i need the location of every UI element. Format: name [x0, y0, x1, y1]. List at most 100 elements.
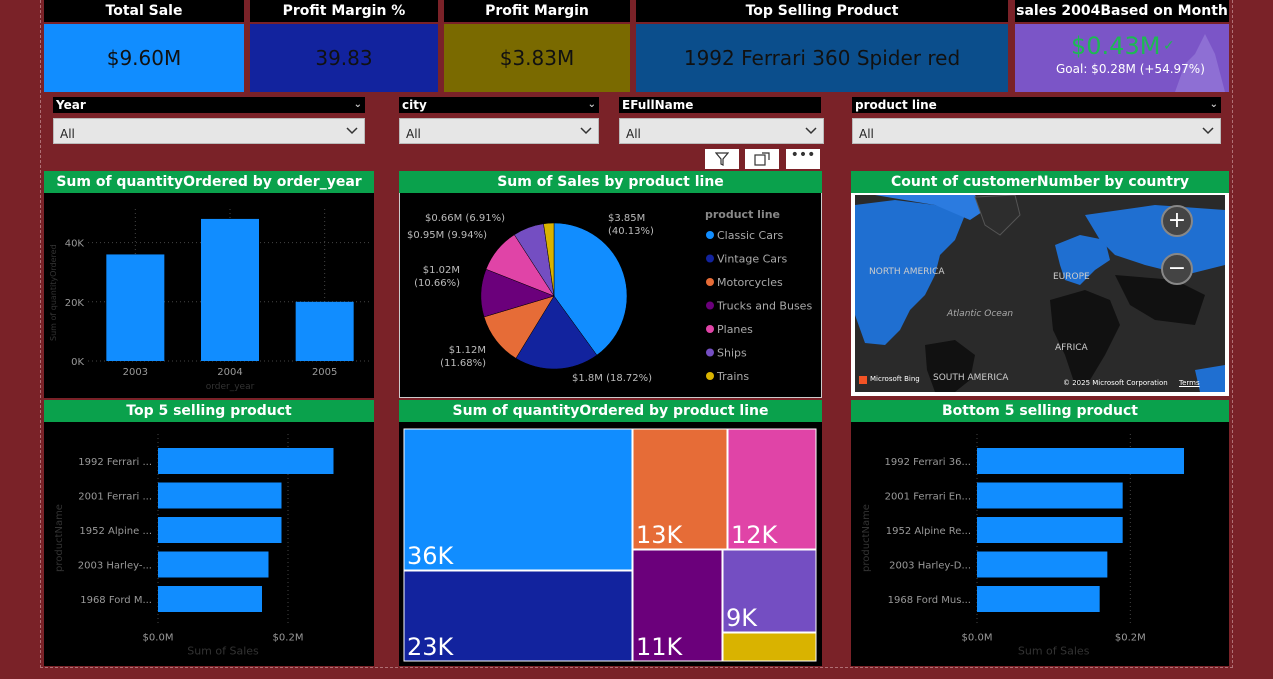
chart-qty-by-line: 36K 23K 13K 12K 11K 9K [403, 428, 817, 662]
slicer-efullname-value: All [626, 127, 641, 141]
visual-title-bottom5: Bottom 5 selling product [851, 400, 1229, 422]
chevron-down-icon[interactable]: ⌄ [1210, 97, 1218, 113]
map-label-europe: EUROPE [1053, 272, 1090, 282]
pie-data-label: $3.85M (40.13%) [608, 213, 654, 237]
treemap-data-label: 36K [407, 542, 455, 570]
slicer-city-value: All [406, 127, 421, 141]
kpi-value-profit-margin-pct[interactable]: 39.83 [250, 24, 438, 92]
visual-title-qty-by-line: Sum of quantityOrdered by product line [399, 400, 822, 422]
bing-logo-icon [859, 376, 867, 384]
y-tick-label: 1952 Alpine Re... [886, 526, 971, 537]
kpi-title-profit-margin: Profit Margin [444, 0, 630, 22]
pie-data-label: $1.12M (11.68%) [440, 345, 486, 369]
visual-qty-by-line[interactable]: 36K 23K 13K 12K 11K 9K [399, 422, 822, 666]
legend-item: Motorcycles [717, 276, 783, 289]
focus-mode-icon[interactable] [745, 149, 779, 169]
y-tick-label: 2001 Ferrari En... [885, 492, 971, 503]
chevron-down-icon [1202, 127, 1214, 135]
kpi-title-profit-margin-pct: Profit Margin % [250, 0, 438, 22]
treemap-data-label: 13K [636, 521, 684, 549]
pie-data-label: $0.95M (9.94%) [407, 230, 487, 241]
bar [977, 551, 1108, 578]
legend-item: Trucks and Buses [716, 300, 812, 313]
y-tick-label: 1992 Ferrari ... [78, 457, 152, 468]
map-label-africa: AFRICA [1055, 343, 1088, 353]
visual-customers-map[interactable]: NORTH AMERICA EUROPE Atlantic Ocean AFRI… [851, 193, 1229, 396]
bar [106, 254, 165, 361]
zoom-out-icon[interactable]: − [1161, 253, 1193, 285]
legend-item: Planes [717, 323, 753, 336]
bar [295, 301, 354, 361]
slicer-efullname-header[interactable]: EFullName [619, 97, 821, 113]
visual-sales-by-line[interactable]: $3.85M (40.13%) $1.8M (18.72%) $1.12M (11.68… [399, 193, 822, 398]
bar [158, 448, 334, 474]
check-icon: ✓ [1163, 38, 1175, 54]
more-options-icon[interactable]: ••• [786, 148, 820, 169]
kpi-goal-sales-2004: Goal: $0.28M (+54.97%) [1056, 62, 1205, 76]
legend-item: Trains [716, 370, 749, 383]
visual-qty-by-year[interactable]: 0K 20K 40K 2003 2004 2005 order_year Sum of qua… [44, 193, 374, 398]
visual-title-qty-by-year: Sum of quantityOrdered by order_year [44, 171, 374, 193]
chevron-down-icon [805, 127, 817, 135]
treemap-cell [722, 632, 817, 662]
bar [158, 586, 262, 612]
visual-title-sales-by-line: Sum of Sales by product line [399, 171, 822, 193]
legend-marker [706, 325, 714, 333]
bar [201, 218, 259, 361]
chart-qty-by-year: 0K 20K 40K 2003 2004 2005 order_year Sum of qua… [49, 209, 372, 392]
visual-top5[interactable]: $0.0M $0.2M 1992 Ferrari ... 2001 Ferrari .… [44, 422, 374, 666]
x-tick-label: $0.2M [1115, 633, 1146, 644]
legend-item: Ships [717, 347, 747, 360]
kpi-value-total-sale[interactable]: $9.60M [44, 24, 244, 92]
kpi-value-sales-2004: $0.43M [1071, 32, 1161, 60]
map-copyright: © 2025 Microsoft Corporation [1063, 379, 1168, 387]
kpi-title-total-sale: Total Sale [44, 0, 244, 22]
kpi-value-profit-margin[interactable]: $3.83M [444, 24, 630, 92]
legend-marker [706, 231, 714, 239]
bar [977, 448, 1184, 474]
y-tick-label: 2001 Ferrari ... [78, 492, 152, 503]
map-label-atlantic-ocean: Atlantic Ocean [947, 309, 1014, 319]
kpi-value-top-selling-product[interactable]: 1992 Ferrari 360 Spider red [636, 24, 1008, 92]
x-axis-title: Sum of Sales [1018, 645, 1090, 658]
x-tick-label: $0.0M [962, 633, 993, 644]
slicer-product-line-header[interactable]: product line ⌄ [852, 97, 1221, 113]
kpi-title-sales-2004: sales 2004Based on Month [1015, 0, 1229, 22]
treemap-data-label: 23K [407, 633, 455, 661]
y-tick-label: 2003 Harley-... [78, 561, 152, 572]
y-tick-label: 40K [65, 239, 85, 250]
chevron-down-icon[interactable]: ⌄ [354, 97, 362, 113]
filter-icon[interactable] [705, 149, 739, 169]
y-tick-label: 0K [71, 357, 84, 368]
slicer-city-header[interactable]: city ⌄ [399, 97, 599, 113]
slicer-year-header[interactable]: Year ⌄ [53, 97, 365, 113]
bar [158, 551, 269, 578]
bar [158, 517, 282, 543]
legend-item: Vintage Cars [717, 253, 788, 266]
bar [977, 482, 1123, 509]
legend-title: product line [705, 208, 780, 221]
treemap-data-label: 11K [636, 633, 684, 661]
chevron-down-icon[interactable]: ⌄ [588, 97, 596, 113]
x-tick-label: 2004 [217, 367, 242, 378]
legend-marker [706, 254, 714, 263]
bar [977, 517, 1123, 543]
map-terms-link[interactable]: Terms [1179, 379, 1200, 387]
slicer-year-dropdown[interactable]: All [53, 118, 365, 144]
y-tick-label: 2003 Harley-D... [889, 561, 971, 572]
x-axis-title: Sum of Sales [187, 645, 259, 658]
map-label-north-america: NORTH AMERICA [869, 267, 945, 277]
map-canvas[interactable]: NORTH AMERICA EUROPE Atlantic Ocean AFRI… [855, 195, 1225, 392]
slicer-product-line-dropdown[interactable]: All [852, 118, 1221, 144]
slicer-efullname-dropdown[interactable]: All [619, 118, 824, 144]
zoom-in-icon[interactable]: + [1161, 205, 1193, 237]
y-axis-title: Sum of quantityOrdered [49, 244, 58, 341]
y-axis-title: productName [861, 504, 872, 572]
slicer-year-label: Year [56, 98, 86, 112]
visual-bottom5[interactable]: $0.0M $0.2M 1992 Ferrari 36... 2001 Ferrari… [851, 422, 1229, 666]
slicer-city-dropdown[interactable]: All [399, 118, 599, 144]
kpi-card-sales-2004[interactable]: $0.43M ✓ Goal: $0.28M (+54.97%) [1015, 24, 1229, 92]
chart-top5: $0.0M $0.2M 1992 Ferrari ... 2001 Ferrari .… [54, 434, 334, 658]
treemap-data-label: 12K [731, 521, 779, 549]
pie-data-label: $1.8M (18.72%) [572, 373, 652, 384]
